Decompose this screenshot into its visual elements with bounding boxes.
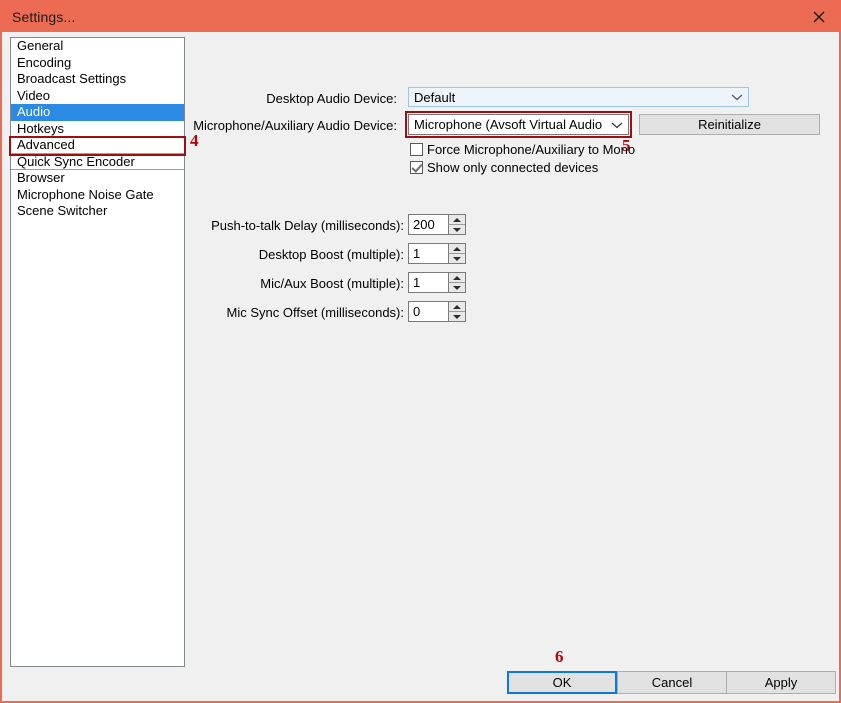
sidebar-item-label: Browser bbox=[17, 170, 65, 185]
dialog-body: General Encoding Broadcast Settings Vide… bbox=[2, 32, 839, 701]
settings-window: Settings... General Encoding Broadcast S… bbox=[0, 0, 841, 703]
mic-aux-boost-value: 1 bbox=[413, 275, 421, 290]
stepper-buttons bbox=[448, 215, 465, 234]
microphone-device-combo[interactable]: Microphone (Avsoft Virtual Audio Device) bbox=[408, 114, 629, 135]
annotation-marker-4: 4 bbox=[190, 131, 199, 150]
sidebar-item-microphone-noise-gate[interactable]: Microphone Noise Gate bbox=[11, 187, 184, 204]
triangle-down-icon[interactable] bbox=[448, 282, 465, 292]
triangle-down-icon[interactable] bbox=[448, 253, 465, 263]
triangle-up-icon[interactable] bbox=[448, 302, 465, 311]
title-bar: Settings... bbox=[2, 2, 839, 32]
mic-aux-boost-label: Mic/Aux Boost (multiple): bbox=[260, 276, 404, 291]
sidebar-item-label: General bbox=[17, 38, 64, 53]
stepper-buttons bbox=[448, 244, 465, 263]
sidebar-item-label: Audio bbox=[17, 104, 51, 119]
window-title: Settings... bbox=[12, 9, 76, 25]
annotation-marker-6: 6 bbox=[555, 647, 564, 666]
push-to-talk-delay-value: 200 bbox=[413, 217, 435, 232]
sidebar-item-label: Microphone Noise Gate bbox=[17, 186, 154, 202]
sidebar-item-general[interactable]: General bbox=[11, 38, 184, 55]
close-icon[interactable] bbox=[797, 2, 839, 32]
ok-button[interactable]: OK bbox=[507, 671, 617, 694]
cancel-button-label: Cancel bbox=[651, 675, 693, 690]
reinitialize-button-label: Reinitialize bbox=[698, 117, 761, 132]
sidebar-item-label: Quick Sync Encoder bbox=[17, 153, 135, 169]
sidebar-item-label: Video bbox=[17, 87, 51, 103]
triangle-up-icon[interactable] bbox=[448, 273, 465, 282]
sidebar-item-broadcast-settings[interactable]: Broadcast Settings bbox=[11, 71, 184, 88]
mic-aux-boost-stepper[interactable]: 1 bbox=[408, 272, 466, 293]
mic-sync-offset-value: 0 bbox=[413, 304, 421, 319]
sidebar-item-quick-sync-encoder[interactable]: Quick Sync Encoder bbox=[11, 154, 184, 171]
force-mono-checkbox-row[interactable]: Force Microphone/Auxiliary to Mono bbox=[410, 142, 635, 157]
apply-button-label: Apply bbox=[764, 675, 798, 690]
triangle-up-icon[interactable] bbox=[448, 215, 465, 224]
desktop-audio-device-label: Desktop Audio Device: bbox=[266, 91, 397, 106]
sidebar-item-advanced[interactable]: Advanced bbox=[11, 137, 184, 154]
apply-button[interactable]: Apply bbox=[726, 671, 836, 694]
show-connected-label: Show only connected devices bbox=[427, 160, 599, 175]
desktop-audio-device-combo[interactable]: Default bbox=[408, 87, 749, 107]
force-mono-checkbox[interactable] bbox=[410, 143, 423, 156]
chevron-down-icon bbox=[606, 121, 628, 129]
sidebar-item-scene-switcher[interactable]: Scene Switcher bbox=[11, 203, 184, 220]
chevron-down-icon bbox=[726, 93, 748, 101]
sidebar-item-video[interactable]: Video bbox=[11, 88, 184, 105]
sidebar-item-encoding[interactable]: Encoding bbox=[11, 55, 184, 72]
triangle-up-icon[interactable] bbox=[448, 244, 465, 253]
microphone-device-value: Microphone (Avsoft Virtual Audio Device) bbox=[414, 117, 606, 132]
stepper-buttons bbox=[448, 302, 465, 321]
show-connected-checkbox-row[interactable]: Show only connected devices bbox=[410, 160, 598, 175]
desktop-boost-stepper[interactable]: 1 bbox=[408, 243, 466, 264]
microphone-device-label: Microphone/Auxiliary Audio Device: bbox=[193, 118, 397, 133]
push-to-talk-delay-stepper[interactable]: 200 bbox=[408, 214, 466, 235]
triangle-down-icon[interactable] bbox=[448, 311, 465, 321]
mic-sync-offset-label: Mic Sync Offset (milliseconds): bbox=[226, 305, 404, 320]
sidebar-item-label: Broadcast Settings bbox=[17, 71, 127, 86]
mic-sync-offset-stepper[interactable]: 0 bbox=[408, 301, 466, 322]
desktop-boost-value: 1 bbox=[413, 246, 421, 261]
triangle-down-icon[interactable] bbox=[448, 224, 465, 234]
push-to-talk-delay-label: Push-to-talk Delay (milliseconds): bbox=[211, 218, 404, 233]
sidebar-item-label: Scene Switcher bbox=[17, 203, 108, 218]
desktop-boost-label: Desktop Boost (multiple): bbox=[258, 247, 404, 262]
ok-button-label: OK bbox=[552, 675, 572, 690]
desktop-audio-device-value: Default bbox=[414, 89, 456, 105]
stepper-buttons bbox=[448, 273, 465, 292]
sidebar-item-browser[interactable]: Browser bbox=[11, 170, 184, 187]
sidebar-item-label: Hotkeys bbox=[17, 120, 64, 136]
force-mono-label: Force Microphone/Auxiliary to Mono bbox=[427, 142, 636, 157]
reinitialize-button[interactable]: Reinitialize bbox=[639, 114, 820, 135]
cancel-button[interactable]: Cancel bbox=[617, 671, 727, 694]
show-connected-checkbox[interactable] bbox=[410, 161, 423, 174]
sidebar-item-label: Advanced bbox=[17, 137, 75, 152]
sidebar-item-label: Encoding bbox=[17, 54, 72, 70]
